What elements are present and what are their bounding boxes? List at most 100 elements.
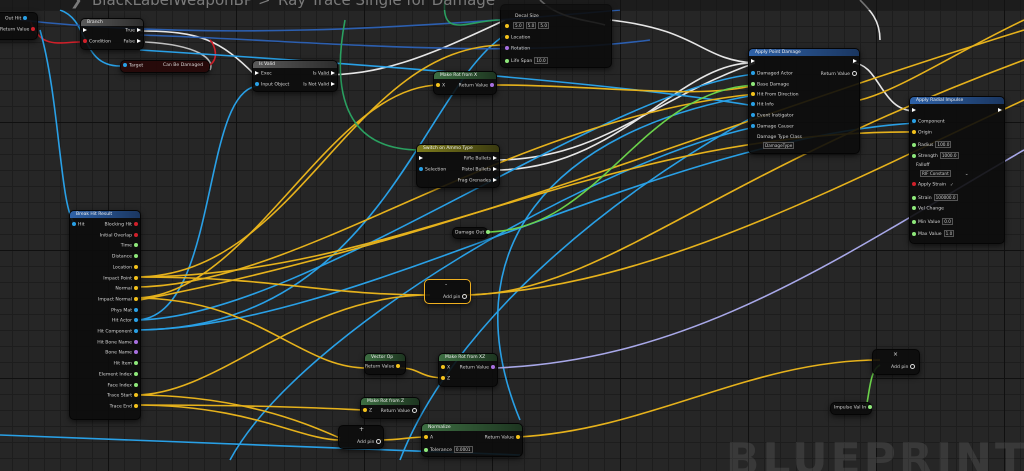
apply-point-damage-node[interactable]: Apply Point Damage Damaged Actor Return … [748, 48, 860, 154]
pin-dot[interactable] [912, 206, 916, 210]
can-be-damaged-pin[interactable]: Can Be Damaged [163, 63, 203, 69]
break-hit-pin[interactable]: Initial Overlap [100, 232, 140, 240]
make-rot-from-x-node[interactable]: Make Rot from X X Return Value [433, 71, 497, 95]
pin-dot[interactable] [134, 382, 138, 387]
input-object-pin[interactable]: Input Object [253, 82, 289, 89]
damage-type-dropdown[interactable]: DamageType [761, 142, 795, 150]
decal-x-field[interactable]: 5.0 [513, 22, 524, 29]
a-pin[interactable]: A [422, 435, 433, 442]
pin-dot[interactable] [134, 264, 138, 269]
strength-pin[interactable]: Strength 1000.0 [910, 152, 959, 160]
pin-dot[interactable] [912, 130, 916, 134]
add-pin-icon[interactable] [376, 439, 382, 444]
pin-dot[interactable] [134, 296, 138, 301]
breadcrumb-graph[interactable]: Ray Trace Single for Damage [278, 0, 495, 9]
pin-dot[interactable] [134, 222, 138, 226]
pin-dot[interactable] [134, 318, 138, 323]
return-value-pin[interactable]: Return Value [460, 365, 497, 372]
min-value-pin[interactable]: Min Value 0.0 [910, 218, 953, 226]
pin-dot[interactable] [491, 365, 495, 369]
rifle-bullets-pin[interactable]: Rifle Bullets [464, 156, 499, 163]
tolerance-pin[interactable]: Tolerance 0.0001 [422, 446, 473, 454]
pin-dot[interactable] [424, 435, 428, 439]
pin-dot[interactable] [436, 83, 440, 87]
pin-dot[interactable] [912, 119, 916, 123]
break-hit-pin[interactable]: Trace End [110, 403, 140, 411]
pin-dot[interactable] [912, 195, 916, 200]
apply-radial-impulse-node[interactable]: Apply Radial Impulse Component Origin Ra… [909, 96, 1005, 244]
is-valid-node[interactable]: Is Valid Exec Is Valid Input Object Is N… [252, 60, 338, 92]
damage-out-pin[interactable]: Damage Out [455, 230, 492, 237]
break-hit-pin[interactable]: Impact Normal [98, 296, 140, 304]
z-pin[interactable]: Z [439, 376, 450, 383]
exec-out-pin[interactable] [996, 108, 1004, 115]
add-pin-icon[interactable] [462, 294, 468, 299]
pin-dot[interactable] [134, 243, 138, 248]
break-hit-pin[interactable]: Hit Bone Name [97, 339, 140, 347]
x-pin[interactable]: X [434, 83, 445, 90]
return-value-pin[interactable]: Return Value [821, 71, 859, 78]
break-hit-pin[interactable]: Blocking Hit [104, 222, 140, 229]
damaged-actor-pin[interactable]: Damaged Actor [749, 71, 793, 78]
pin-dot[interactable] [134, 286, 138, 291]
radius-pin[interactable]: Radius 100.0 [910, 141, 952, 149]
strength-field[interactable]: 1000.0 [939, 152, 959, 159]
pin-dot[interactable] [505, 35, 509, 39]
add-pin-button[interactable]: Add pin [891, 364, 917, 371]
break-hit-pin[interactable]: Hit Actor [112, 318, 140, 325]
selection-pin[interactable]: Selection [417, 167, 446, 174]
max-value-field[interactable]: 1.0 [943, 230, 955, 237]
out-hit-pin[interactable]: Out Hit [5, 16, 29, 23]
pin-dot[interactable] [23, 16, 28, 20]
pin-dot[interactable] [424, 447, 428, 452]
add-pin-icon[interactable] [910, 364, 916, 369]
pin-dot[interactable] [134, 393, 138, 398]
is-not-valid-pin[interactable]: Is Not Valid [303, 82, 337, 89]
is-valid-pin[interactable]: Is Valid [313, 71, 337, 78]
pin-dot[interactable] [134, 307, 138, 312]
decal-z-field[interactable]: 5.0 [538, 22, 550, 29]
add-node[interactable]: + Add pin [338, 425, 384, 449]
pin-dot[interactable] [912, 231, 916, 236]
return-node[interactable]: Out Hit Return Value [0, 12, 38, 40]
exec-pin[interactable]: Exec [253, 71, 272, 78]
pin-dot[interactable] [134, 339, 138, 344]
pin-dot[interactable] [852, 71, 857, 76]
strain-pin[interactable]: Strain 100000.0 [910, 194, 958, 202]
min-value-field[interactable]: 0.0 [942, 218, 953, 225]
pin-dot[interactable] [751, 102, 755, 106]
damage-causer-pin[interactable]: Damage Causer [749, 124, 794, 131]
can-be-damaged-node[interactable]: Target Can Be Damaged [120, 60, 210, 73]
max-value-pin[interactable]: Max Value 1.0 [910, 230, 955, 238]
pin-dot[interactable] [363, 408, 367, 412]
decal-y-field[interactable]: 5.0 [525, 22, 537, 29]
false-pin[interactable]: False [123, 39, 143, 46]
impulse-val-node[interactable]: Impulse Val In [830, 402, 873, 415]
break-hit-pin[interactable]: Hit Component [97, 329, 140, 336]
make-rot-from-xz-node[interactable]: Make Rot from XZ X Return Value Z [438, 353, 498, 387]
break-hit-pin[interactable]: Impact Point [103, 275, 140, 283]
add-pin-button[interactable]: Add pin [443, 294, 469, 301]
exec-in-pin[interactable] [910, 108, 918, 115]
subtract-node[interactable]: - Add pin [424, 279, 471, 304]
x-pin[interactable]: X [439, 365, 450, 372]
spawn-decal-node[interactable]: Decal Size 5.0 5.0 5.0 Location Rotation L… [500, 4, 612, 68]
pin-dot[interactable] [912, 153, 916, 158]
rotation-pin[interactable]: Rotation [503, 46, 530, 53]
pin-dot[interactable] [912, 142, 916, 147]
switch-on-ammo-type-node[interactable]: Switch on Ammo Type Rifle Bullets Select… [416, 144, 500, 188]
pin-dot[interactable] [505, 58, 509, 63]
exec-in-pin[interactable] [81, 28, 89, 35]
pin-dot[interactable] [255, 82, 259, 86]
break-hit-pin[interactable]: Time [121, 243, 140, 250]
hit-pin[interactable]: Hit [70, 222, 85, 229]
exec-in-pin[interactable] [749, 59, 757, 66]
normalize-node[interactable]: Normalize A Return Value Tolerance 0.0001 [421, 423, 523, 457]
break-hit-pin[interactable]: Normal [115, 286, 140, 293]
pistol-bullets-pin[interactable]: Pistol Bullets [462, 167, 499, 174]
blueprint-graph-canvas[interactable]: Out Hit Return Value Branch True Conditi… [0, 0, 1024, 471]
vector-op-node[interactable]: Vector Op Return Value [364, 353, 406, 375]
pin-dot[interactable] [31, 27, 36, 31]
target-pin[interactable]: Target [121, 63, 143, 70]
component-pin[interactable]: Component [910, 119, 945, 126]
